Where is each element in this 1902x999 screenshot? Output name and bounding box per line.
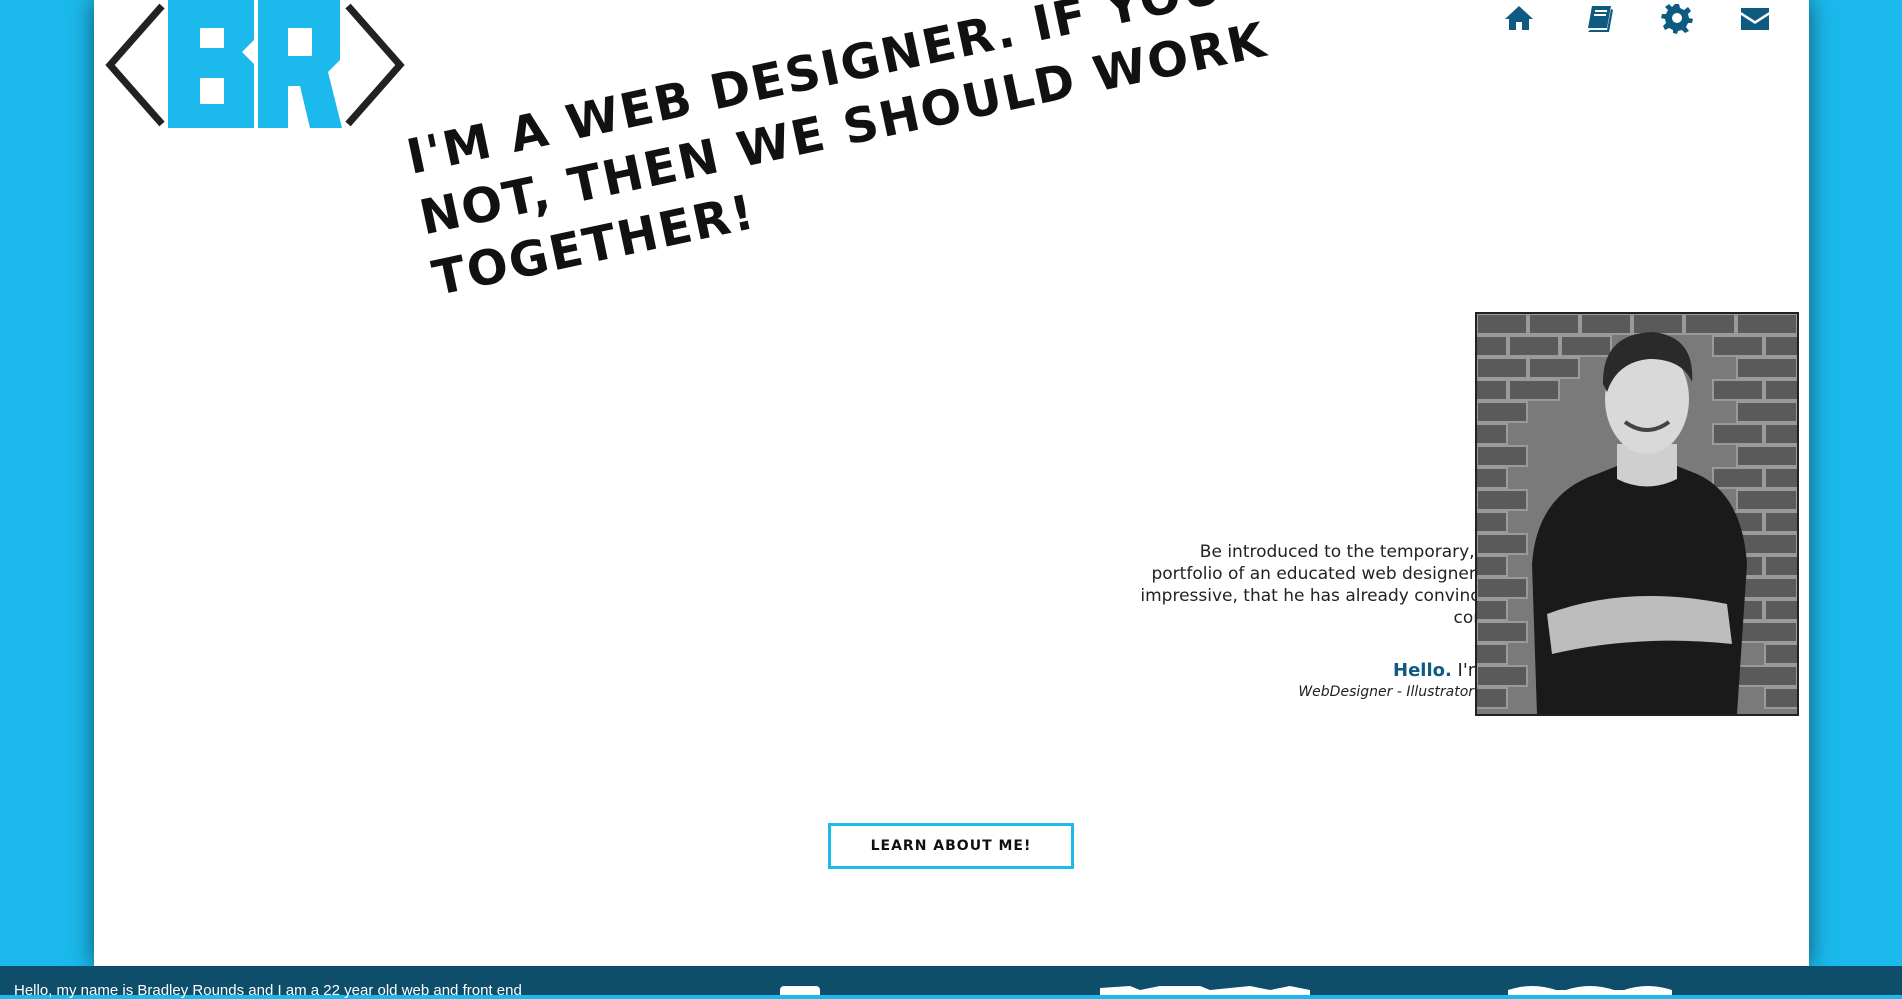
footer-intro-text: Hello, my name is Bradley Rounds and I a… [14,982,522,999]
main-panel: I'm a web designer. If you're not, then … [94,0,1809,966]
footer-art-middle [1100,986,1310,995]
nav-book-icon[interactable] [1582,2,1616,34]
profile-photo [1475,312,1799,716]
footer-art-right [1508,986,1672,995]
top-nav [1502,0,1882,40]
hello-word: Hello. [1393,660,1452,681]
footer-bar: Hello, my name is Bradley Rounds and I a… [0,966,1902,999]
nav-home-icon[interactable] [1502,2,1536,34]
nav-gear-icon[interactable] [1660,2,1694,34]
footer-art-left [780,986,820,995]
learn-about-me-button[interactable]: Learn about me! [828,823,1074,869]
hero-tagline: I'm a web designer. If you're not, then … [401,0,1317,308]
br-logo[interactable] [104,0,406,130]
nav-envelope-icon[interactable] [1738,2,1772,34]
